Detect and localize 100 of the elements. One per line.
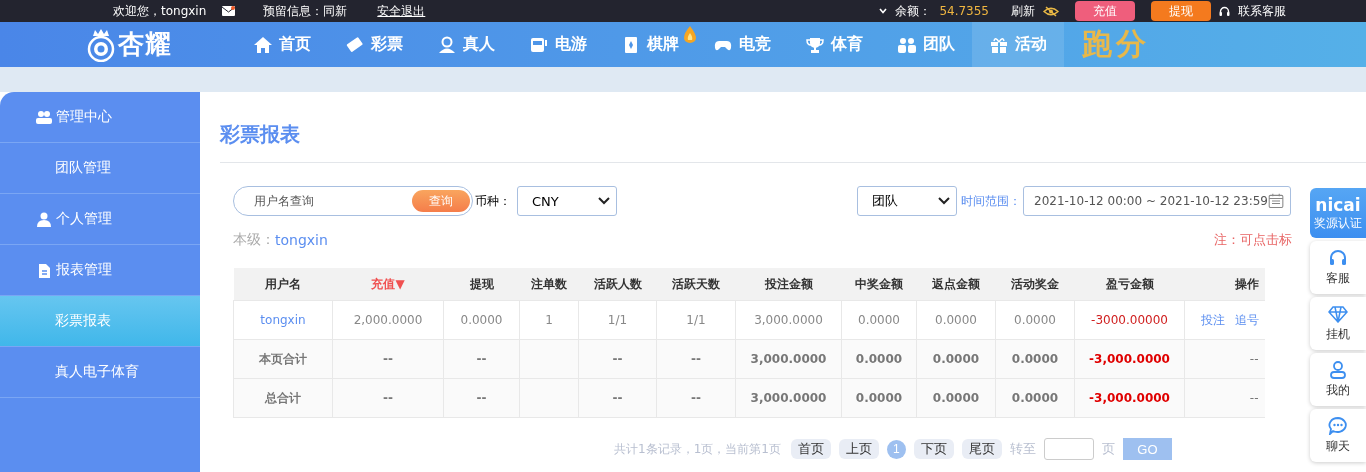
- table-cell: 3,000.0000: [754, 313, 823, 327]
- table-cell: -3,000.0000: [1089, 352, 1170, 366]
- gift-icon: [989, 35, 1009, 54]
- table-cell: --: [1249, 391, 1259, 405]
- caret-icon[interactable]: [879, 8, 888, 14]
- currency-select[interactable]: CNY: [517, 186, 617, 216]
- home-icon: [253, 35, 273, 54]
- table-cell: 0.0000: [1014, 313, 1056, 327]
- trophy-icon: [805, 35, 825, 54]
- headset-icon[interactable]: [1219, 5, 1230, 17]
- action-link[interactable]: 投注: [1200, 312, 1225, 327]
- table-cell: -3000.00000: [1091, 313, 1168, 327]
- note-text: 注：可点击标: [1214, 231, 1292, 249]
- table-cell: 0.0000: [1011, 391, 1059, 405]
- nav-item[interactable]: 电竞: [696, 22, 788, 67]
- chat-bubble-icon: [1328, 416, 1348, 435]
- nav-item[interactable]: 活动: [972, 22, 1064, 67]
- float-menu-item[interactable]: 我的: [1310, 353, 1366, 406]
- table-cell: --: [383, 391, 393, 405]
- search-button[interactable]: 查询: [412, 190, 470, 212]
- column-header: 返点金额: [916, 268, 996, 301]
- date-range-field[interactable]: 2021-10-12 00:00 ~ 2021-10-12 23:59: [1023, 186, 1291, 216]
- table-cell: --: [383, 352, 393, 366]
- chevron-icon: [598, 197, 610, 205]
- eye-hidden-icon[interactable]: [1043, 5, 1059, 17]
- column-header: 提现: [443, 268, 520, 301]
- page-summary: 共计1条记录，1页，当前第1页: [614, 440, 781, 458]
- table-cell: 0.0000: [855, 352, 903, 366]
- page-input[interactable]: [1043, 438, 1094, 460]
- sidebar-item[interactable]: 团队管理: [0, 143, 200, 194]
- column-header: 盈亏金额: [1074, 268, 1185, 301]
- people-icon: [36, 109, 52, 125]
- column-header: 中奖金额: [841, 268, 917, 301]
- float-menu-item[interactable]: 挂机: [1310, 297, 1366, 350]
- level-label: 本级：: [233, 231, 275, 249]
- person-icon: [36, 211, 52, 227]
- scope-select[interactable]: 团队: [857, 186, 957, 216]
- team-icon: [897, 35, 917, 54]
- reserved-info: 预留信息：同新: [263, 2, 348, 20]
- table-cell: --: [691, 352, 701, 366]
- table-cell: 0.0000: [932, 391, 980, 405]
- page-number[interactable]: 1: [886, 439, 906, 459]
- logout-link[interactable]: 安全退出: [377, 2, 426, 20]
- column-header: 用户名: [233, 268, 333, 301]
- nav-item[interactable]: 团队: [880, 22, 972, 67]
- refresh-link[interactable]: 刷新: [1011, 2, 1035, 20]
- level-user-link[interactable]: tongxin: [275, 232, 328, 248]
- nav-item[interactable]: 棋牌: [604, 22, 696, 67]
- table-cell: --: [612, 352, 623, 366]
- goto-label: 转至: [1009, 440, 1036, 458]
- float-menu-item[interactable]: 聊天: [1310, 409, 1366, 462]
- next-page-button[interactable]: 下页: [913, 439, 954, 459]
- table-cell: --: [476, 352, 487, 366]
- page-title: 彩票报表: [220, 92, 1366, 163]
- table-cell: --: [691, 391, 701, 405]
- action-link[interactable]: 追号: [1234, 312, 1259, 327]
- first-page-button[interactable]: 首页: [790, 439, 831, 459]
- mail-icon[interactable]: [222, 6, 236, 16]
- logo-text[interactable]: 杏耀: [118, 27, 172, 62]
- username-link[interactable]: tongxin: [260, 313, 306, 327]
- sidebar-item[interactable]: 真人电子体育: [0, 347, 200, 398]
- column-header[interactable]: 充值▼: [332, 268, 444, 301]
- deposit-button[interactable]: 充值: [1075, 1, 1135, 21]
- table-cell: 本页合计: [259, 351, 307, 366]
- column-header: 活跃人数: [578, 268, 657, 301]
- column-header: 操作: [1184, 268, 1265, 301]
- sidebar-item[interactable]: 个人管理: [0, 194, 200, 245]
- sidebar-item[interactable]: 彩票报表: [0, 296, 200, 347]
- last-page-button[interactable]: 尾页: [961, 439, 1002, 459]
- float-menu-item[interactable]: 客服: [1310, 241, 1366, 294]
- diamond-icon: [1328, 304, 1348, 323]
- table-cell: 3,000.0000: [750, 391, 827, 405]
- person-icon: [437, 35, 457, 54]
- table-cell: 0.0000: [460, 313, 503, 327]
- column-header: 注单数: [519, 268, 579, 301]
- table-cell: 0.0000: [1011, 352, 1059, 366]
- nav-item[interactable]: 电游: [512, 22, 604, 67]
- go-button[interactable]: GO: [1122, 438, 1172, 460]
- table-cell: --: [476, 391, 487, 405]
- table-cell: 2,000.0000: [353, 313, 423, 327]
- column-header: 投注金额: [735, 268, 842, 301]
- nav-item[interactable]: 体育: [788, 22, 880, 67]
- sidebar-item[interactable]: 管理中心: [0, 92, 200, 143]
- table-cell: 总合计: [265, 390, 301, 405]
- nav-item[interactable]: 首页: [236, 22, 328, 67]
- withdraw-button[interactable]: 提现: [1151, 1, 1211, 21]
- balance-label: 余额：: [895, 2, 932, 20]
- certification-badge[interactable]: nicai 奖源认证: [1310, 188, 1366, 238]
- table-cell: 0.0000: [935, 313, 977, 327]
- welcome-text: 欢迎您，tongxin: [113, 2, 207, 20]
- table-cell: 0.0000: [855, 391, 903, 405]
- balance-amount: 54.7355: [939, 4, 989, 18]
- prev-page-button[interactable]: 上页: [838, 439, 879, 459]
- nav-item[interactable]: 彩票: [328, 22, 420, 67]
- calendar-icon: [1267, 191, 1284, 211]
- table-cell: 0.0000: [858, 313, 900, 327]
- support-link[interactable]: 联系客服: [1238, 2, 1286, 20]
- document-icon: [36, 262, 52, 278]
- nav-item[interactable]: 真人: [420, 22, 512, 67]
- chevron-icon: [938, 197, 950, 205]
